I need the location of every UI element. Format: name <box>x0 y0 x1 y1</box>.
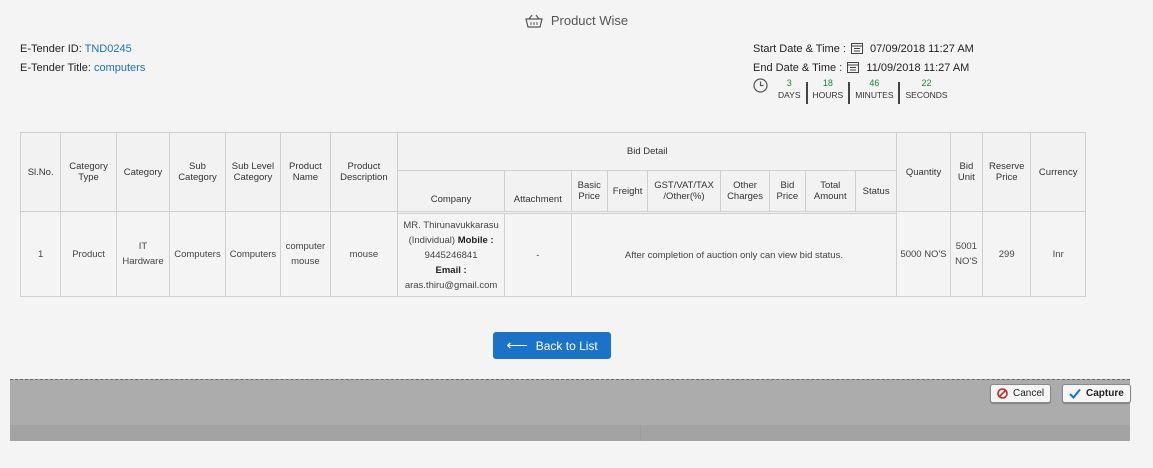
cell-currency: Inr <box>1030 211 1086 297</box>
capture-label: Capture <box>1086 388 1124 399</box>
cell-product-name: computer mouse <box>280 211 331 297</box>
start-date-value: 07/09/2018 11:27 AM <box>870 43 974 55</box>
calendar-icon <box>850 43 863 54</box>
tender-dates: Start Date & Time : 07/09/2018 11:27 AM … <box>753 40 974 78</box>
cell-sub-level-category: Computers <box>224 211 282 297</box>
cell-category-type: Product <box>60 211 117 297</box>
end-date-label: End Date & Time : <box>753 62 843 74</box>
cell-sl-no: 1 <box>19 211 62 297</box>
col-bid-detail: Bid Detail <box>397 132 898 171</box>
cancel-button[interactable]: Cancel <box>990 384 1052 403</box>
cell-category: IT Hardware <box>115 211 171 297</box>
countdown-seconds-label: SECONDS <box>905 90 948 100</box>
tender-id-value: TND0245 <box>84 43 132 55</box>
col-quantity: Quantity <box>896 132 951 212</box>
countdown-hours-label: HOURS <box>812 90 844 100</box>
countdown-hours: 18 HOURS <box>808 78 849 101</box>
toolbar-lower-strip <box>10 425 1130 441</box>
page-title: Product Wise <box>0 13 1153 28</box>
table-header-row: Sl.No. Category Type Category Sub Catego… <box>19 132 1086 212</box>
clock-icon <box>753 78 768 93</box>
capture-button[interactable]: Capture <box>1062 384 1131 403</box>
checkmark-icon <box>1069 388 1081 399</box>
cell-bid-note: After completion of auction only can vie… <box>570 213 898 297</box>
countdown-days-label: DAYS <box>778 90 801 100</box>
countdown-timer: 3 DAYS 18 HOURS 46 MINUTES 22 SECONDS <box>753 78 953 104</box>
countdown-hours-value: 18 <box>822 78 833 88</box>
cell-attachment: - <box>504 213 572 297</box>
bid-table: Sl.No. Category Type Category Sub Catego… <box>19 132 1086 297</box>
countdown-minutes-value: 46 <box>869 78 880 88</box>
countdown-days: 3 DAYS <box>773 78 806 101</box>
col-product-description: Product Description <box>329 132 399 212</box>
mobile-label: Mobile : <box>457 234 494 246</box>
start-date-row: Start Date & Time : 07/09/2018 11:27 AM <box>753 40 974 59</box>
cell-quantity: 5000 NO'S <box>896 211 951 297</box>
col-attachment: Attachment <box>504 170 572 212</box>
col-company: Company <box>397 170 506 212</box>
email-value: aras.thiru@gmail.com <box>404 279 498 291</box>
capture-toolbar: Cancel Capture <box>10 379 1131 441</box>
col-reserve-price: Reserve Price <box>981 132 1032 212</box>
countdown-minutes: 46 MINUTES <box>850 78 898 101</box>
back-to-list-button[interactable]: ⟵ Back to List <box>493 332 611 359</box>
cell-bid-unit: 5001 NO'S <box>949 211 984 297</box>
cancel-label: Cancel <box>1013 388 1045 399</box>
col-freight: Freight <box>606 170 649 212</box>
col-bid-unit: Bid Unit <box>949 132 984 212</box>
col-total-amount: Total Amount <box>804 170 856 212</box>
col-category-type: Category Type <box>60 132 117 212</box>
mobile-value: 9445246841 <box>424 249 478 261</box>
col-sub-level-category: Sub Level Category <box>224 132 282 212</box>
tender-title-value: computers <box>93 62 146 74</box>
tender-title-row: E-Tender Title: computers <box>20 59 145 78</box>
cell-company: MR. Thirunavukkarasu (Individual) Mobile… <box>397 213 506 297</box>
cancel-icon <box>997 388 1008 399</box>
arrow-left-icon: ⟵ <box>506 336 528 354</box>
tender-id-row: E-Tender ID: TND0245 <box>20 40 145 59</box>
end-date-value: 11/09/2018 11:27 AM <box>866 62 970 74</box>
cell-product-description: mouse <box>329 211 399 297</box>
tender-info: E-Tender ID: TND0245 E-Tender Title: com… <box>20 40 145 78</box>
email-label: Email : <box>435 264 467 276</box>
countdown-minutes-label: MINUTES <box>855 90 894 100</box>
start-date-label: Start Date & Time : <box>753 43 846 55</box>
col-bid-price: Bid Price <box>769 170 806 212</box>
toolbar-divider <box>640 425 641 441</box>
col-product-name: Product Name <box>280 132 331 212</box>
countdown-seconds-value: 22 <box>921 78 932 88</box>
col-other-charges: Other Charges <box>719 170 771 212</box>
col-category: Category <box>115 132 171 212</box>
countdown-seconds: 22 SECONDS <box>900 78 952 101</box>
tender-id-label: E-Tender ID: <box>20 43 82 55</box>
col-gst: GST/VAT/TAX /Other(%) <box>647 170 721 212</box>
page-title-text: Product Wise <box>550 13 629 28</box>
col-sub-category: Sub Category <box>169 132 226 212</box>
cell-sub-category: Computers <box>169 211 226 297</box>
countdown-days-value: 3 <box>786 78 792 88</box>
calendar-icon <box>847 62 860 73</box>
back-to-list-label: Back to List <box>535 338 598 353</box>
col-currency: Currency <box>1030 132 1086 212</box>
col-sl-no: Sl.No. <box>19 132 62 212</box>
end-date-row: End Date & Time : 11/09/2018 11:27 AM <box>753 59 974 78</box>
tender-title-label: E-Tender Title: <box>20 62 91 74</box>
col-status: Status <box>854 170 898 212</box>
cell-reserve-price: 299 <box>981 211 1032 297</box>
basket-icon <box>525 14 543 28</box>
col-basic-price: Basic Price <box>570 170 608 212</box>
